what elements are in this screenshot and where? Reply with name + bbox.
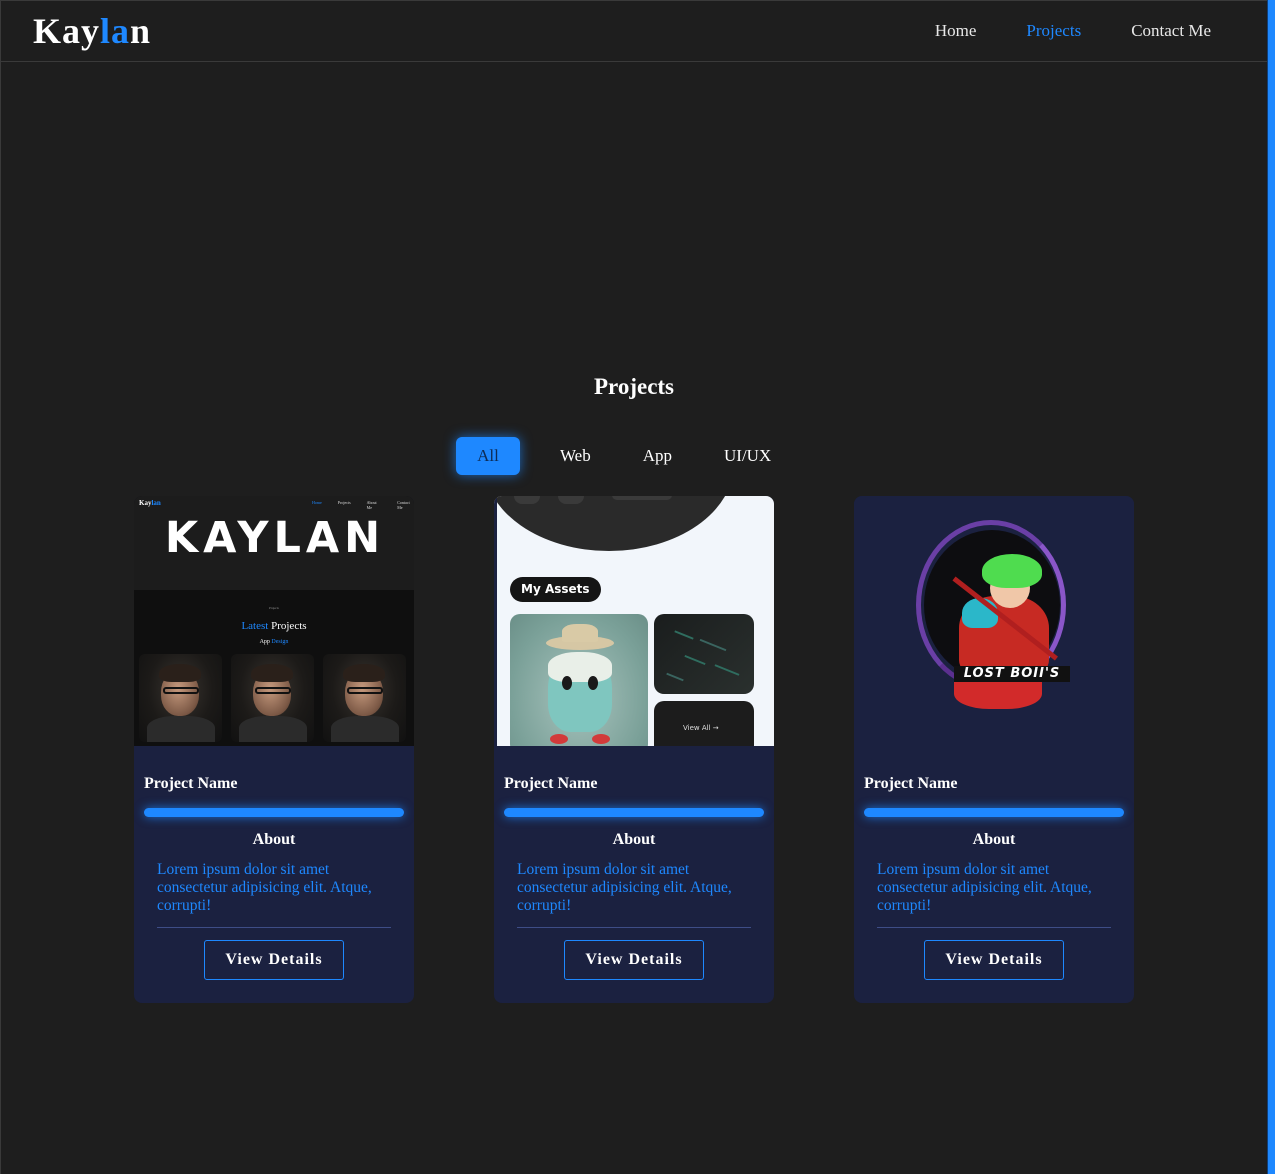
thumbnail-hero: Kaylan Home Projects About Me Contact Me KA… [134,496,414,590]
thumbnail-edge [494,496,497,746]
project-card: My Assets View All → Project Name About … [494,496,774,1003]
thumbnail-icon [558,496,584,504]
project-card: LOST BOII'S Project Name About Lorem ips… [854,496,1134,1003]
project-progress-bar [504,808,764,817]
thumbnail-nav: Home Projects About Me Contact Me [312,500,410,510]
thumbnail-dark-header [494,496,734,551]
thumbnail-portrait [323,654,406,742]
view-details-button[interactable]: View Details [204,940,344,980]
thumbnail-latest-heading: Latest Projects [241,620,307,632]
view-details-button[interactable]: View Details [924,940,1064,980]
project-description: Lorem ipsum dolor sit amet consectetur a… [517,861,732,914]
project-description: Lorem ipsum dolor sit amet consectetur a… [877,861,1092,914]
artwork-text: LOST BOII'S [954,666,1070,682]
thumbnail-view-all-card: View All → [654,701,754,746]
logo-text-accent: la [100,11,131,51]
logo-text-start: Kay [33,11,101,51]
thumbnail-big-title: KAYLAN [164,513,386,563]
thumbnail-assets-label: My Assets [510,577,601,602]
project-name: Project Name [864,775,958,792]
thumbnail-icon [514,496,540,504]
project-thumbnail-website: Kaylan Home Projects About Me Contact Me KA… [134,496,414,746]
navbar: Kaylan Home Projects Contact Me [1,1,1267,62]
view-details-button[interactable]: View Details [564,940,704,980]
thumbnail-toy-image [510,614,648,746]
thumbnail-chart-card [654,614,754,694]
project-thumbnail-artwork: LOST BOII'S [854,496,1134,746]
project-name: Project Name [144,775,238,792]
nav-link-projects[interactable]: Projects [1026,21,1081,41]
window-left-border [0,0,1,1174]
card-divider [877,927,1111,928]
project-card: Kaylan Home Projects About Me Contact Me KA… [134,496,414,1003]
thumbnail-pill [612,496,672,500]
filter-app-button[interactable]: App [623,437,692,475]
logo-text-end: n [130,11,152,51]
card-divider [517,927,751,928]
about-heading: About [972,831,1016,848]
artwork-hair [982,554,1042,588]
thumbnail-portrait [231,654,314,742]
thumbnail-logo: Kaylan [139,499,161,507]
nav-links: Home Projects Contact Me [935,21,1211,41]
thumbnail-portrait [139,654,222,742]
projects-title: Projects [593,374,675,399]
about-heading: About [612,831,656,848]
scrollbar[interactable] [1267,0,1275,1174]
project-name: Project Name [504,775,598,792]
thumbnail-latest-small: Projects [269,606,279,610]
project-progress-bar [144,808,404,817]
project-thumbnail-app: My Assets View All → [494,496,774,746]
site-logo[interactable]: Kaylan [33,10,151,52]
project-progress-bar [864,808,1124,817]
about-heading: About [252,831,296,848]
project-filters: All Web App UI/UX [456,437,803,475]
nav-link-home[interactable]: Home [935,21,977,41]
card-divider [157,927,391,928]
filter-uiux-button[interactable]: UI/UX [704,437,791,475]
nav-link-contact[interactable]: Contact Me [1131,21,1211,41]
project-description: Lorem ipsum dolor sit amet consectetur a… [157,861,372,914]
thumbnail-sub-heading: App Design [259,639,289,645]
filter-all-button[interactable]: All [456,437,520,475]
filter-web-button[interactable]: Web [540,437,611,475]
